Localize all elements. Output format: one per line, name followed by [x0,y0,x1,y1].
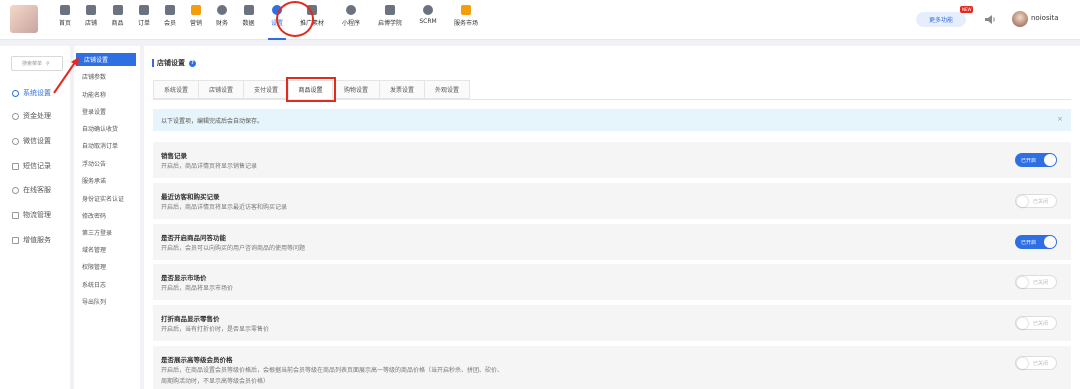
data-icon [243,5,254,15]
annotation-arrow [53,57,79,94]
sidebar-item-wechat[interactable]: 微信设置 [0,134,70,148]
toggle-switch[interactable]: 已关闭 [1015,275,1057,289]
submenu-item[interactable]: 域名管理 [74,243,136,256]
funds-icon [12,112,19,120]
more-features-button[interactable]: 更多功能 [916,12,966,27]
avatar[interactable] [1012,11,1028,27]
tab-shop[interactable]: 店铺设置 [199,80,244,99]
value-added-icon [12,236,19,244]
setting-row-product-qa: 是否开启商品问答功能 开启后，会员可以向购买的用户咨询商品的使用等问题 已开启 [153,224,1071,260]
goods-icon [112,5,123,15]
sidebar-item-online-service[interactable]: 在线客服 [0,183,70,197]
submenu-item[interactable]: 导出队列 [74,295,136,308]
sidebar-item-logistics[interactable]: 物流管理 [0,208,70,222]
setting-row-sales-record: 销售记录 开启后，商品详情页将显示销售记录 已开启 [153,142,1071,178]
sidebar-item-value-added[interactable]: 增值服务 [0,233,70,247]
main-panel: 店铺设置? 系统设置 店铺设置 支付设置 商品设置 购物设置 发票设置 外观设置… [144,46,1080,389]
academy-icon [385,5,395,15]
submenu-item[interactable]: 第三方登录 [74,226,136,239]
submenu: 店铺设置 店铺参数 功能名称 登录设置 自动确认收货 自动取消订单 浮动公告 服… [74,46,140,389]
shop-icon [86,5,96,15]
top-navbar: 首页 店铺 商品 订单 会员 营销 财务 数据 设置 推广素材 小程序 启博学院… [0,0,1080,40]
submenu-item[interactable]: 权限管理 [74,260,136,273]
toggle-switch[interactable]: 已关闭 [1015,316,1057,330]
toggle-switch[interactable]: 已开启 [1015,153,1057,167]
nav-service-market[interactable]: 服务市场 [446,0,486,40]
toggle-switch[interactable]: 已关闭 [1015,194,1057,208]
search-icon: ⚲ [46,60,50,67]
nav-goods[interactable]: 商品 [104,0,131,40]
submenu-item[interactable]: 服务承诺 [74,174,136,187]
submenu-item[interactable]: 功能名称 [74,88,136,101]
submenu-item[interactable]: 浮动公告 [74,157,136,170]
nav-member[interactable]: 会员 [157,0,183,40]
tab-system[interactable]: 系统设置 [153,80,199,99]
speaker-icon[interactable] [984,14,996,25]
wechat-icon [12,137,19,145]
nav-academy[interactable]: 启博学院 [370,0,410,40]
miniapp-icon [346,5,356,15]
title-accent-bar [152,59,154,67]
order-icon [139,5,149,15]
close-icon[interactable]: × [1057,115,1063,123]
help-icon[interactable]: ? [189,59,196,67]
page-title: 店铺设置? [152,58,196,68]
sidebar-item-sms[interactable]: 短信记录 [0,159,70,173]
sidebar: 搜索菜单 ⚲ 系统设置 资金处理 微信设置 短信记录 在线客服 物流管理 增值服务 [0,46,70,389]
submenu-item[interactable]: 修改密码 [74,209,136,222]
member-icon [165,5,175,15]
home-icon [60,5,70,15]
tab-shopping[interactable]: 购物设置 [333,80,380,99]
sms-icon [12,162,19,170]
nav-finance[interactable]: 财务 [209,0,235,40]
submenu-item[interactable]: 系统日志 [74,278,136,291]
market-icon [461,5,471,15]
nav-marketing[interactable]: 营销 [183,0,209,40]
submenu-item[interactable]: 店铺设置 [76,53,136,66]
setting-row-market-price: 是否显示市场价 开启后，商品将显示市场价 已关闭 [153,264,1071,300]
annotation-box [286,77,336,102]
marketing-icon [191,5,201,15]
annotation-circle [276,1,314,37]
nav-shop[interactable]: 店铺 [78,0,104,40]
tab-invoice[interactable]: 发票设置 [380,80,425,99]
setting-row-discount-retail: 打折商品显示零售价 开启后，当有打折价时，是否显示零售价 已关闭 [153,305,1071,341]
nav-data[interactable]: 数据 [235,0,262,40]
nav-home[interactable]: 首页 [52,0,78,40]
scrm-icon [423,5,433,15]
setting-row-member-price: 是否展示高等级会员价格 开启后，在商品设置会员等级价格后，会根据当前会员等级在商… [153,346,1071,389]
finance-icon [217,5,227,15]
service-icon [12,186,19,194]
toggle-switch[interactable]: 已开启 [1015,235,1057,249]
info-notice: 以下设置项，编辑完成后会自动保存。 × [153,109,1071,131]
submenu-item[interactable]: 身份证实名认证 [74,192,136,205]
new-badge: NEW [960,6,974,13]
shop-logo[interactable] [10,5,38,33]
username[interactable]: noiosita [1031,14,1059,22]
submenu-item[interactable]: 自动确认收货 [74,122,136,135]
settings-icon [12,89,19,97]
toggle-switch[interactable]: 已关闭 [1015,356,1057,370]
nav-miniapp[interactable]: 小程序 [332,0,370,40]
tab-appearance[interactable]: 外观设置 [425,80,470,99]
submenu-item[interactable]: 自动取消订单 [74,139,136,152]
main-nav: 首页 店铺 商品 订单 会员 营销 财务 数据 设置 推广素材 小程序 启博学院… [52,0,486,40]
truck-icon [12,211,19,219]
nav-order[interactable]: 订单 [131,0,157,40]
submenu-item[interactable]: 登录设置 [74,105,136,118]
tab-payment[interactable]: 支付设置 [244,80,289,99]
nav-scrm[interactable]: SCRM [410,0,446,40]
sidebar-item-funds[interactable]: 资金处理 [0,109,70,123]
submenu-item[interactable]: 店铺参数 [74,70,136,83]
setting-row-recent-visitors: 最近访客和购买记录 开启后，商品详情页将显示最近访客和购买记录 已关闭 [153,183,1071,219]
